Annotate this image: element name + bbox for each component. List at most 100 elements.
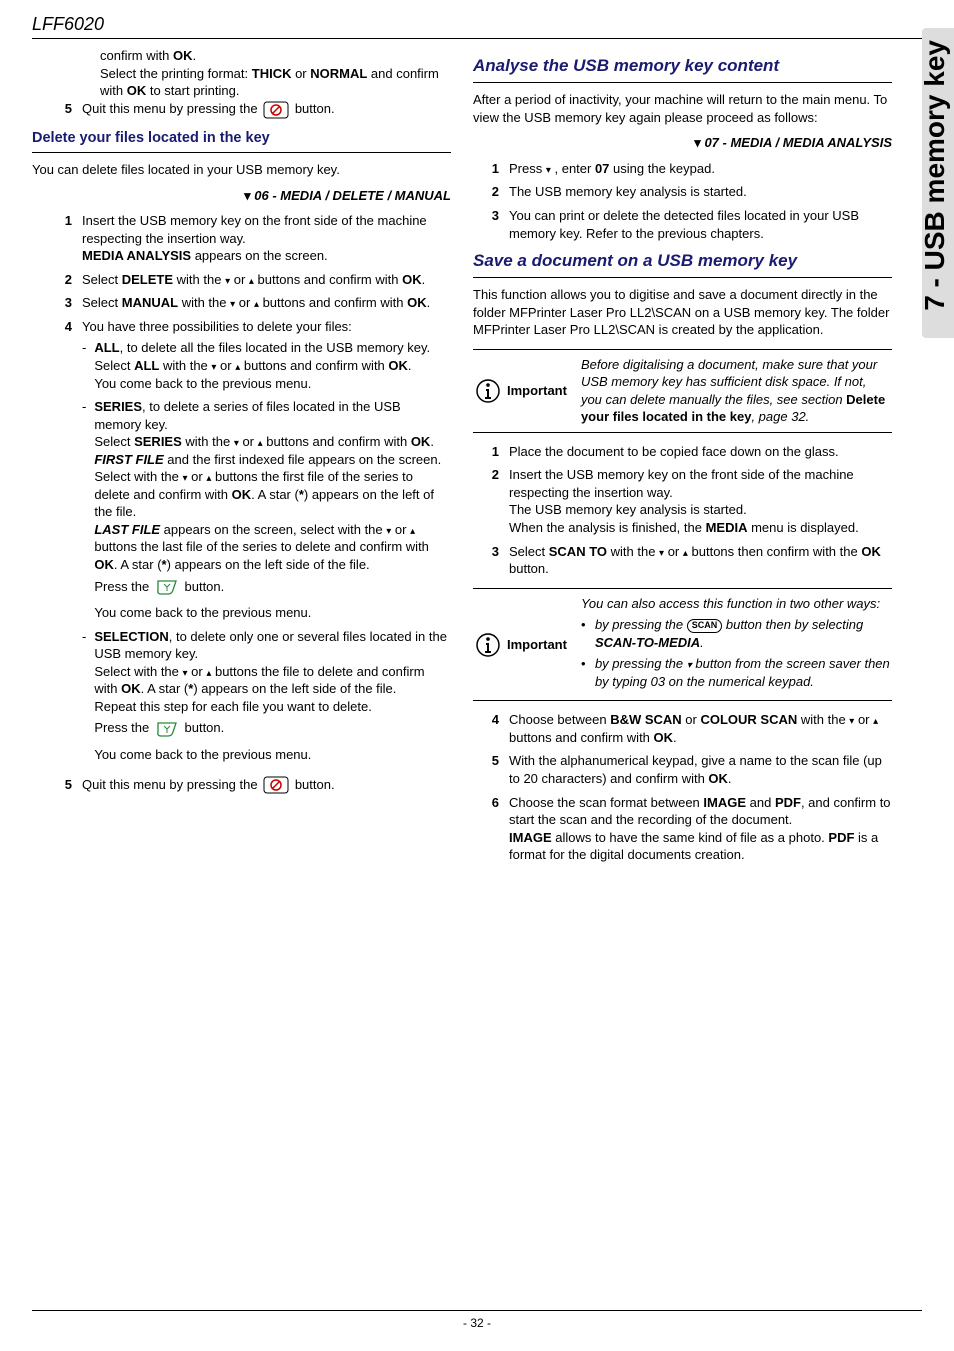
right-column: Analyse the USB memory key content After… [473, 47, 922, 1310]
text: 07 [595, 161, 609, 176]
step-number: 1 [485, 443, 499, 461]
step-number: 5 [58, 776, 72, 795]
step-body: With the alphanumerical keypad, give a n… [509, 752, 892, 787]
list-item: 3 You can print or delete the detected f… [485, 207, 892, 242]
text: . [673, 730, 677, 745]
text: IMAGE [509, 830, 552, 845]
save-intro: This function allows you to digitise and… [473, 286, 892, 339]
page: LFF6020 7 - USB memory key confirm with … [0, 0, 954, 1351]
text: menu is displayed. [747, 520, 858, 535]
text: PDF [775, 795, 801, 810]
text: with the [159, 358, 211, 373]
text: with the [178, 295, 230, 310]
text: . [422, 272, 426, 287]
text: OK [127, 83, 147, 98]
text: button. [185, 579, 225, 594]
list-item: 5 Quit this menu by pressing the button. [58, 776, 451, 795]
analyse-intro: After a period of inactivity, your machi… [473, 91, 892, 126]
text: Press the [94, 579, 153, 594]
text: or [230, 272, 249, 287]
text: with the [797, 712, 849, 727]
text: MANUAL [122, 295, 178, 310]
save-steps-b: 4 Choose between B&W SCAN or COLOUR SCAN… [485, 711, 892, 863]
text: MEDIA [706, 520, 748, 535]
text: OK [232, 487, 252, 502]
text: button. [295, 101, 335, 116]
step-body: Insert the USB memory key on the front s… [509, 466, 892, 536]
list-item: ALL, to delete all the files located in … [82, 339, 451, 392]
text: buttons and confirm with [240, 358, 388, 373]
text: ALL [134, 358, 159, 373]
list-item: 1 Place the document to be copied face d… [485, 443, 892, 461]
important-icon [475, 378, 501, 404]
important-icon [475, 632, 501, 658]
text: button. [185, 720, 225, 735]
text: Select [82, 272, 122, 287]
text: appears on the screen. [191, 248, 328, 263]
text: SERIES [134, 434, 182, 449]
stop-button-icon [263, 776, 289, 794]
step-body: Quit this menu by pressing the button. [82, 100, 451, 119]
step-number: 4 [485, 711, 499, 746]
text: with the [173, 272, 225, 287]
text: OK [402, 272, 422, 287]
sub-list: ALL, to delete all the files located in … [82, 339, 451, 763]
text: Before digitalising a document, make sur… [581, 357, 877, 407]
important-text: You can also access this function in two… [573, 595, 890, 695]
stop-button-icon [263, 101, 289, 119]
text: buttons and confirm with [254, 272, 402, 287]
text: or [216, 358, 235, 373]
heading-analyse: Analyse the USB memory key content [473, 55, 892, 83]
save-steps-a: 1 Place the document to be copied face d… [485, 443, 892, 578]
step-number: 1 [58, 212, 72, 265]
list-item: SERIES, to delete a series of files loca… [82, 398, 451, 622]
list-item: 4 Choose between B&W SCAN or COLOUR SCAN… [485, 711, 892, 746]
list-item: SELECTION, to delete only one or several… [82, 628, 451, 764]
text: Repeat this step for each file you want … [94, 699, 372, 714]
important-label: Important [507, 382, 567, 400]
text: You come back to the previous menu. [94, 605, 311, 620]
text: LAST FILE [94, 522, 160, 537]
heading-save: Save a document on a USB memory key [473, 250, 892, 278]
text: ALL [94, 340, 119, 355]
text: or [239, 434, 258, 449]
text: OK [654, 730, 674, 745]
list-item: 6 Choose the scan format between IMAGE a… [485, 794, 892, 864]
list-item: 2 The USB memory key analysis is started… [485, 183, 892, 201]
text: by pressing the [595, 617, 687, 632]
text: With the alphanumerical keypad, give a n… [509, 753, 882, 786]
text: to start printing. [146, 83, 239, 98]
text: Select [82, 295, 122, 310]
text: DELETE [122, 272, 173, 287]
text: SERIES [94, 399, 142, 414]
text: Insert the USB memory key on the front s… [509, 467, 854, 500]
text: ) appears on the left side of the file. [167, 557, 370, 572]
important-label: Important [507, 636, 567, 654]
text: , enter [551, 161, 595, 176]
up-arrow-icon [873, 712, 878, 727]
text: Quit this menu by pressing the [82, 777, 261, 792]
text: buttons the last file of the series to d… [94, 539, 429, 554]
list-item: by pressing the button from the screen s… [581, 655, 890, 690]
heading-delete-files: Delete your files located in the key [32, 129, 451, 154]
text: OK [173, 48, 193, 63]
text: buttons then confirm with the [688, 544, 861, 559]
text: When the analysis is finished, the [509, 520, 706, 535]
text: THICK [252, 66, 292, 81]
text: . A star ( [251, 487, 299, 502]
text: or [854, 712, 873, 727]
text: . A star ( [141, 681, 189, 696]
text: SELECTION [94, 629, 168, 644]
list-item: by pressing the SCAN button then by sele… [581, 616, 890, 651]
text: MEDIA ANALYSIS [82, 248, 191, 263]
text: OK [94, 557, 114, 572]
text: Select the printing format: [100, 66, 252, 81]
text: , to delete all the files located in the… [120, 340, 430, 355]
step-body: Quit this menu by pressing the button. [82, 776, 451, 795]
step-number: 2 [58, 271, 72, 289]
text: , page 32. [751, 409, 809, 424]
delete-steps: 1 Insert the USB memory key on the front… [58, 212, 451, 794]
important-text: Before digitalising a document, make sur… [573, 356, 890, 426]
text: confirm with [100, 48, 173, 63]
text: button. [509, 561, 549, 576]
